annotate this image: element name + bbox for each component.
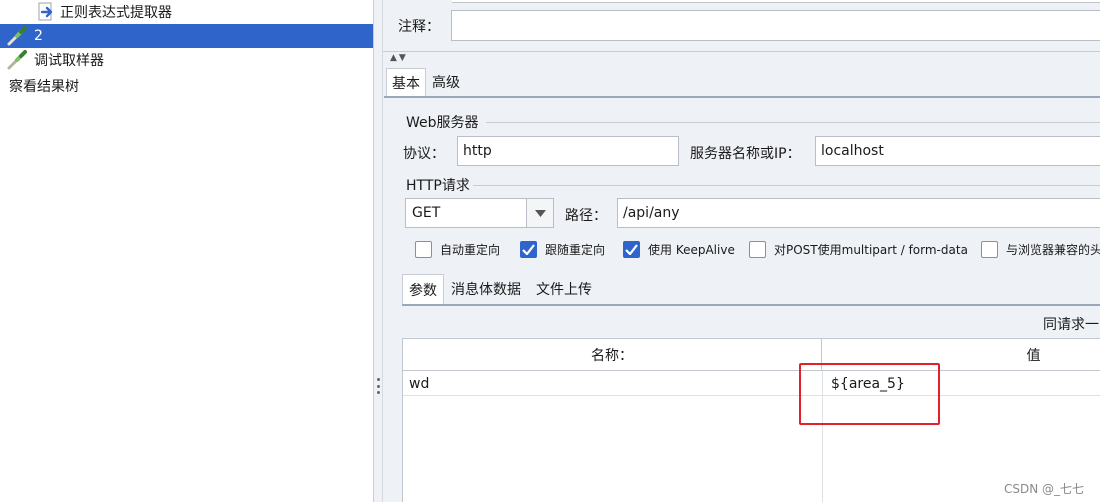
pipette-icon	[6, 49, 28, 71]
checkbox-keepalive[interactable]: 使用 KeepAlive	[623, 241, 735, 258]
tree-item-view-results-tree[interactable]: 察看结果树	[9, 74, 79, 98]
column-header-name[interactable]: 名称：	[403, 339, 822, 371]
tab-underline	[402, 304, 1100, 306]
server-label: 服务器名称或IP：	[690, 146, 801, 162]
column-header-value-label: 值	[1026, 348, 1041, 364]
path-label: 路径：	[565, 208, 607, 224]
split-pane-divider[interactable]	[373, 0, 383, 502]
comment-input[interactable]	[451, 10, 1100, 41]
comment-label: 注释：	[398, 19, 440, 35]
checkbox-icon[interactable]	[981, 241, 998, 258]
group-border	[473, 185, 1100, 186]
checkbox-icon[interactable]	[415, 241, 432, 258]
checkbox-label: 对POST使用multipart / form-data	[774, 243, 968, 257]
server-input[interactable]: localhost	[815, 136, 1100, 166]
tree-item-label: 2	[34, 28, 43, 44]
arrow-right-icon	[38, 1, 56, 23]
method-value: GET	[412, 205, 441, 221]
tab-file-upload[interactable]: 文件上传	[536, 274, 592, 304]
drag-handle-icon[interactable]	[376, 378, 380, 394]
tab-basic[interactable]: 基本	[386, 68, 426, 96]
checkbox-auto-redirect[interactable]: 自动重定向	[415, 241, 500, 258]
test-plan-tree: 正则表达式提取器 2 调试取样器 察看结果树	[0, 0, 373, 502]
tree-item-label: 调试取样器	[34, 53, 104, 69]
method-select[interactable]: GET	[405, 198, 554, 228]
chevron-down-icon[interactable]	[526, 199, 553, 227]
divider	[383, 51, 1100, 52]
tree-item-sampler-2[interactable]: 2	[0, 24, 373, 48]
checkbox-label: 与浏览器兼容的头	[1006, 243, 1100, 257]
tab-parameters[interactable]: 参数	[402, 274, 444, 304]
checkbox-label: 使用 KeepAlive	[648, 243, 735, 257]
tree-item-regex-extractor[interactable]: 正则表达式提取器	[38, 0, 172, 24]
watermark: CSDN @_七七	[1004, 482, 1085, 496]
annotation-highlight-box	[799, 363, 940, 425]
http-request-group-title: HTTP请求	[404, 175, 472, 195]
web-server-group-title: Web服务器	[404, 112, 481, 132]
checkbox-browser-compatible[interactable]: 与浏览器兼容的头	[981, 241, 1100, 258]
checkbox-icon[interactable]	[749, 241, 766, 258]
tree-item-label: 正则表达式提取器	[60, 5, 172, 21]
name-field-edge	[452, 0, 1100, 3]
table-row[interactable]: wd ${area_5}	[403, 371, 1100, 396]
checkbox-label: 跟随重定向	[545, 243, 606, 257]
tree-item-debug-sampler[interactable]: 调试取样器	[0, 48, 104, 72]
checkbox-label: 自动重定向	[440, 243, 501, 257]
tab-advanced[interactable]: 高级	[432, 68, 460, 96]
param-name-cell[interactable]: wd	[409, 371, 429, 396]
tab-body-data[interactable]: 消息体数据	[451, 274, 521, 304]
protocol-input[interactable]: http	[457, 136, 679, 166]
table-header: 名称： 值	[403, 339, 1100, 371]
protocol-label: 协议：	[403, 146, 445, 162]
pipette-icon	[6, 25, 28, 47]
send-with-request-label: 同请求一	[1043, 317, 1099, 333]
checkbox-multipart[interactable]: 对POST使用multipart / form-data	[749, 241, 968, 258]
collapse-toggle-icon[interactable]: ▲▼	[390, 53, 408, 63]
path-input[interactable]: /api/any	[617, 198, 1100, 228]
checkbox-checked-icon[interactable]	[623, 241, 640, 258]
tab-underline	[384, 96, 1100, 98]
group-border	[486, 122, 1100, 123]
tree-item-label: 察看结果树	[9, 79, 79, 95]
checkbox-follow-redirect[interactable]: 跟随重定向	[520, 241, 605, 258]
checkbox-checked-icon[interactable]	[520, 241, 537, 258]
parameters-table: 名称： 值 wd ${area_5}	[402, 338, 1100, 502]
